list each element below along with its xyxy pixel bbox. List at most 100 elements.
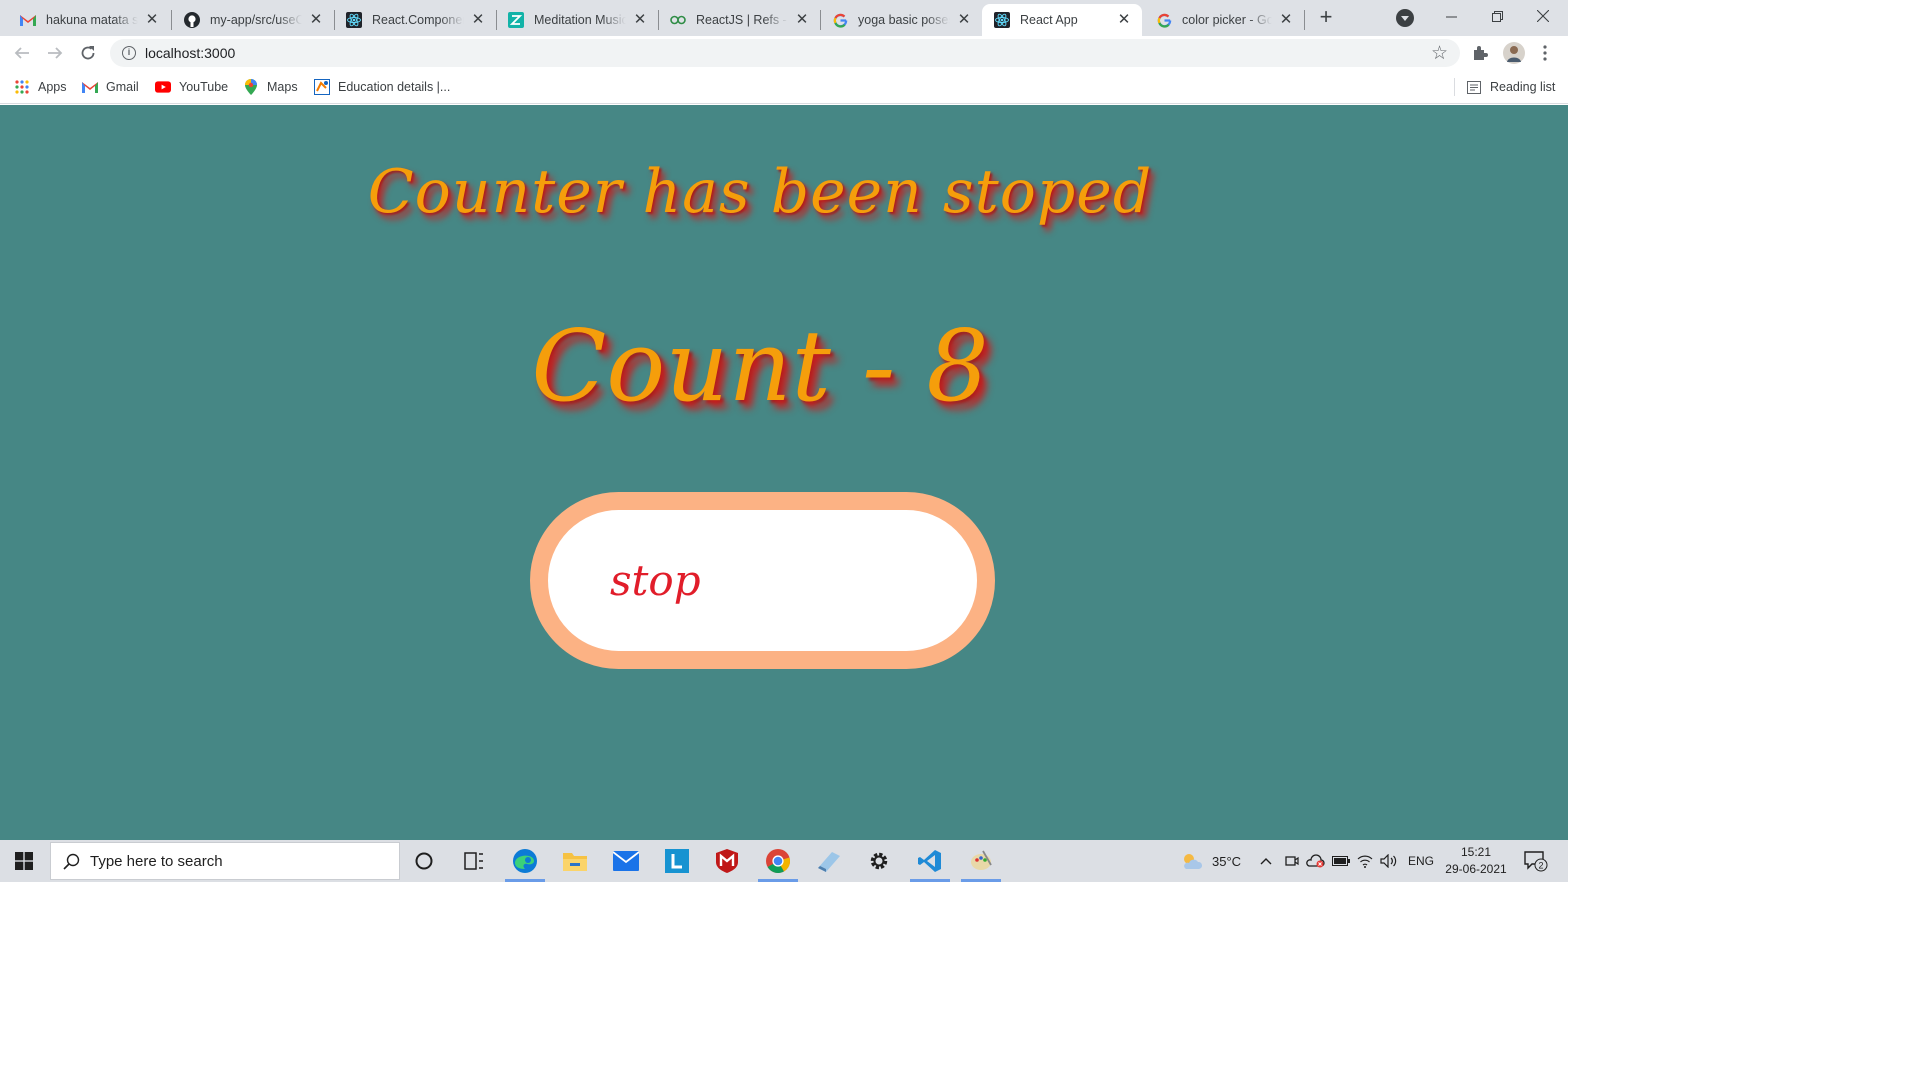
task-view-icon[interactable] [450,840,498,882]
weather-sun-cloud-icon [1184,854,1202,869]
tab-gmail[interactable]: hakuna matata song ✕ [8,4,170,36]
counter-status-heading: Counter has been stoped [367,157,1153,227]
wifi-icon[interactable] [1357,840,1373,882]
tab-title: color picker - Google Search [1182,13,1272,27]
minimize-icon[interactable] [1428,0,1474,32]
input-language[interactable]: ENG [1408,840,1434,882]
bookmark-apps[interactable]: Apps [14,78,67,96]
react-app-page: Counter has been stoped Count - 8 stop [0,105,1568,840]
bookmark-label: Education details |... [338,80,451,94]
z-app-icon [508,12,524,28]
bookmark-label: Apps [38,80,67,94]
new-tab-button[interactable]: + [1314,6,1338,30]
close-icon[interactable]: ✕ [632,12,648,28]
windows-logo-icon [15,852,33,870]
apps-grid-icon [14,79,30,95]
vscode-icon[interactable] [906,840,954,882]
profile-avatar[interactable] [1503,42,1525,64]
reload-button[interactable] [76,41,100,65]
bookmark-gmail[interactable]: Gmail [82,78,139,96]
tab-search-icon[interactable] [1396,9,1414,27]
stop-button[interactable]: stop [530,492,995,669]
info-icon[interactable]: i [122,46,136,60]
settings-gear-icon[interactable] [855,840,903,882]
volume-icon[interactable] [1380,840,1398,882]
notification-center-icon[interactable]: 2 [1524,840,1548,882]
bookmark-star-icon[interactable]: ☆ [1431,42,1448,65]
tab-react-app[interactable]: React App ✕ [982,4,1142,36]
browser-toolbar: i localhost:3000 ☆ [0,36,1568,70]
windows-start-button[interactable] [0,840,48,882]
stop-button-label: stop [610,556,701,605]
react-icon [994,12,1010,28]
close-icon[interactable]: ✕ [956,12,972,28]
restore-icon[interactable] [1474,0,1520,32]
tray-overflow-icon[interactable] [1260,840,1272,882]
youtube-icon [155,79,171,95]
paint-tool-icon[interactable] [805,840,853,882]
maps-icon [243,79,259,95]
github-icon [184,12,200,28]
battery-icon[interactable] [1332,840,1350,882]
close-icon[interactable]: ✕ [144,12,160,28]
address-bar[interactable]: i localhost:3000 ☆ [110,39,1460,67]
edge-icon[interactable] [501,840,549,882]
back-button[interactable] [10,41,34,65]
bookmark-youtube[interactable]: YouTube [155,78,228,96]
bookmark-maps[interactable]: Maps [243,78,298,96]
tab-title: hakuna matata song [46,13,138,27]
search-icon [63,853,80,870]
meet-now-icon[interactable] [1285,840,1299,882]
close-icon[interactable]: ✕ [794,12,810,28]
tab-github[interactable]: my-app/src/useCounter ✕ [172,4,334,36]
extensions-icon[interactable] [1470,43,1490,63]
close-icon[interactable]: ✕ [308,12,324,28]
clock-time: 15:21 [1460,845,1492,859]
close-icon[interactable]: ✕ [470,12,486,28]
clock-date: 29-06-2021 [1445,862,1507,876]
forward-button[interactable] [43,41,67,65]
file-explorer-icon[interactable] [551,840,599,882]
taskbar-search-box[interactable]: Type here to search [50,842,400,880]
bookmark-label: Maps [267,80,298,94]
reading-list-icon [1466,79,1482,95]
cortana-icon[interactable] [400,840,448,882]
tab-meditation[interactable]: Meditation Music ✕ [496,4,658,36]
arrow-left-icon [14,47,29,59]
reload-icon [81,46,95,60]
address-url[interactable]: localhost:3000 [145,45,235,61]
weather-widget[interactable]: 35°C [1180,840,1241,882]
bookmark-label: Gmail [106,80,139,94]
chrome-icon[interactable] [754,840,802,882]
mail-icon[interactable] [602,840,650,882]
arrow-right-icon [48,47,63,59]
tab-google-yoga[interactable]: yoga basic poses ✕ [820,4,982,36]
paint-palette-icon[interactable] [957,840,1005,882]
geeksforgeeks-icon [670,12,686,28]
close-icon[interactable]: ✕ [1116,12,1132,28]
tab-title: my-app/src/useCounter [210,13,302,27]
taskbar-clock[interactable]: 15:21 29-06-2021 [1440,844,1512,878]
search-placeholder: Type here to search [90,852,223,870]
gmail-icon [82,79,98,95]
reading-list-label: Reading list [1490,80,1556,94]
bookmarks-bar: Apps Gmail YouTube Maps Education detail… [0,70,1568,104]
mcafee-icon[interactable] [703,840,751,882]
google-icon [832,12,848,28]
tab-title: Meditation Music [534,13,626,27]
l-app-icon[interactable] [653,840,701,882]
close-icon[interactable]: ✕ [1278,12,1294,28]
windows-taskbar: Type here to search 35°C ENG 15:21 29-06… [0,840,1568,882]
tab-geeksforgeeks[interactable]: ReactJS | Refs - GeeksforGeeks ✕ [658,4,820,36]
notification-count: 2 [1538,861,1543,871]
close-window-icon[interactable] [1520,0,1566,32]
tab-title: ReactJS | Refs - GeeksforGeeks [696,13,788,27]
tab-react-component[interactable]: React.Component ✕ [334,4,496,36]
bookmark-education[interactable]: Education details |... [314,78,450,96]
menu-dots-icon[interactable] [1535,43,1555,63]
onedrive-icon[interactable] [1306,840,1326,882]
count-display: Count - 8 [531,310,989,424]
reading-list-button[interactable]: Reading list [1466,78,1555,96]
tab-google-color-picker[interactable]: color picker - Google Search ✕ [1144,4,1304,36]
react-icon [346,12,362,28]
